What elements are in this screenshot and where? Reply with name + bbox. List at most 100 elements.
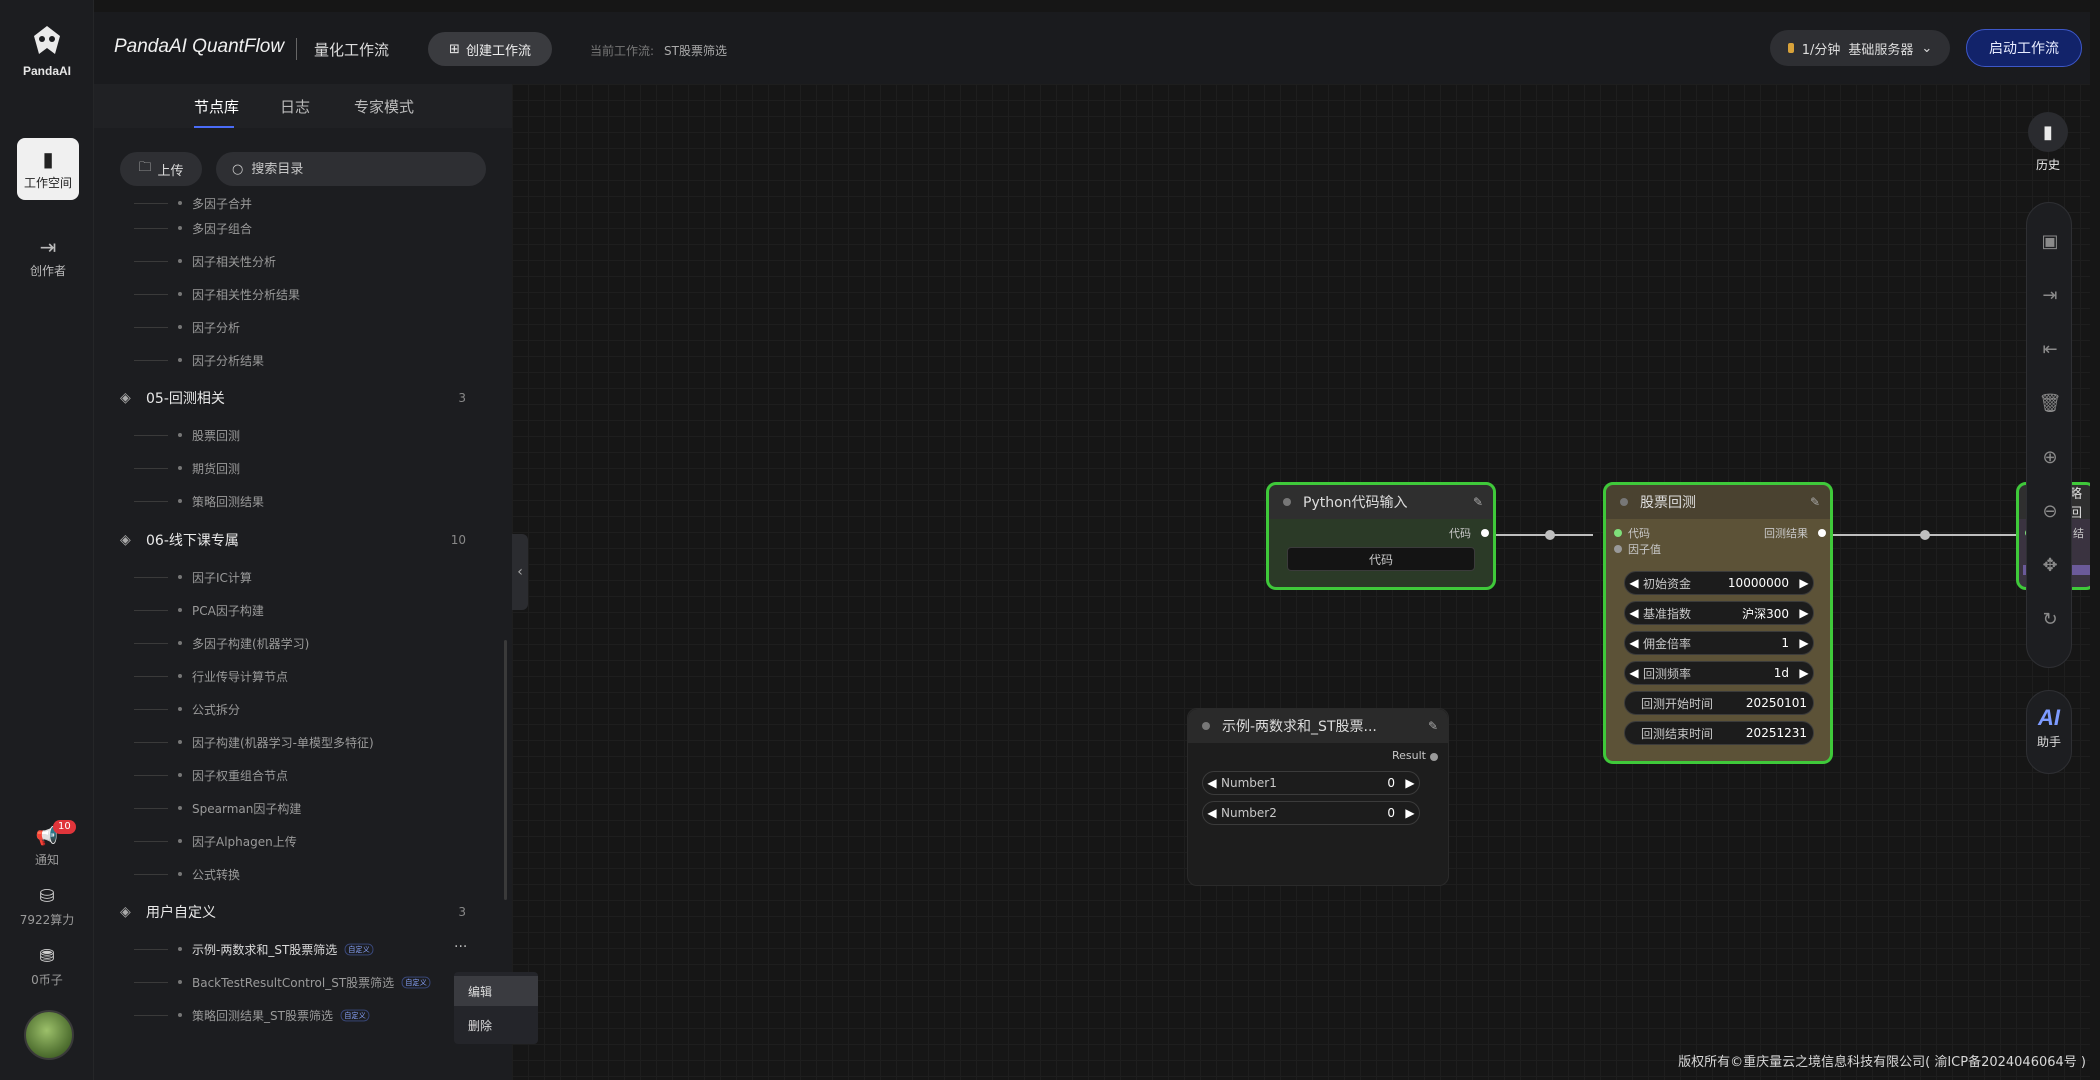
tab-expert-mode[interactable]: 专家模式 [354, 96, 414, 117]
workflow-canvas[interactable]: Python代码输入 ✎ 代码 代码 股票回测 ✎ 代码 因子值 回测结果 ◀ 初… [512, 84, 2090, 1080]
panel-scrollbar[interactable] [504, 640, 507, 900]
node-header[interactable]: 股票回测 ✎ [1606, 485, 1830, 519]
input-port-factor[interactable] [1614, 545, 1622, 553]
field-initial-capital[interactable]: ◀ 初始资金 10000000 ▶ [1624, 571, 1814, 595]
refresh-icon[interactable]: ↻ [2027, 609, 2073, 630]
list-item[interactable]: 期货回测 [134, 457, 240, 479]
tree-line [134, 708, 168, 710]
code-field[interactable]: 代码 [1287, 547, 1475, 571]
edit-icon[interactable]: ✎ [1428, 719, 1438, 733]
field-number1[interactable]: ◀ Number1 0 ▶ [1202, 771, 1420, 795]
zoom-in-icon[interactable]: ⊕ [2027, 447, 2073, 468]
list-item[interactable]: 行业传导计算节点 [134, 665, 288, 687]
list-item[interactable]: BackTestResultControl_ST股票筛选 自定义 [134, 971, 432, 993]
upload-button[interactable]: 🗀 上传 [120, 152, 202, 186]
tab-log[interactable]: 日志 [280, 96, 310, 117]
field-frequency[interactable]: ◀ 回测频率 1d ▶ [1624, 661, 1814, 685]
list-item[interactable]: 因子相关性分析结果 [134, 283, 300, 305]
node-tree: 多因子合并 多因子组合 因子相关性分析 因子相关性分析结果 因子分析 因子分析结… [94, 194, 504, 1080]
ai-assistant-button[interactable]: AI 助手 [2026, 690, 2072, 774]
tree-line [134, 500, 168, 502]
list-item[interactable]: 因子权重组合节点 [134, 764, 288, 786]
bullet-icon [178, 872, 182, 876]
list-item[interactable]: 多因子合并 [134, 194, 252, 214]
arrow-right-icon[interactable]: ▶ [1795, 576, 1813, 590]
save-icon[interactable]: ▣ [2027, 231, 2073, 252]
list-item[interactable]: 策略回测结果_ST股票筛选 自定义 [134, 1004, 371, 1026]
server-plan-select[interactable]: 1/分钟 基础服务器 ⌄ [1770, 30, 1950, 66]
export-icon[interactable]: ⇥ [2027, 285, 2073, 306]
arrow-left-icon[interactable]: ◀ [1203, 806, 1221, 820]
group-backtest[interactable]: ◈ 05-回测相关 3 [120, 386, 480, 410]
group-offline-course[interactable]: ◈ 06-线下课专属 10 [120, 528, 480, 552]
create-workflow-button[interactable]: ⊞ 创建工作流 [428, 32, 552, 66]
list-item[interactable]: 因子分析 [134, 316, 240, 338]
avatar[interactable] [24, 1010, 74, 1060]
list-item[interactable]: 因子构建(机器学习-单模型多特征) [134, 731, 374, 753]
arrow-right-icon[interactable]: ▶ [1401, 806, 1419, 820]
arrow-left-icon[interactable]: ◀ [1625, 576, 1643, 590]
field-start-date[interactable]: 回测开始时间 20250101 [1624, 691, 1814, 715]
list-item[interactable]: 因子Alphagen上传 [134, 830, 297, 852]
wire-midpoint[interactable] [1545, 530, 1555, 540]
node-header[interactable]: Python代码输入 ✎ [1269, 485, 1493, 519]
list-item[interactable]: 示例-两数求和_ST股票筛选 自定义 [134, 938, 375, 960]
list-item[interactable]: PCA因子构建 [134, 599, 264, 621]
node-python-input[interactable]: Python代码输入 ✎ 代码 代码 [1266, 482, 1496, 590]
arrow-right-icon[interactable]: ▶ [1795, 666, 1813, 680]
output-port[interactable] [1818, 529, 1826, 537]
input-port-code[interactable] [1614, 529, 1622, 537]
zoom-out-icon[interactable]: ⊖ [2027, 501, 2073, 522]
list-item[interactable]: 因子分析结果 [134, 349, 264, 371]
list-item[interactable]: 因子IC计算 [134, 566, 252, 588]
arrow-left-icon[interactable]: ◀ [1625, 606, 1643, 620]
factor-coin-button[interactable]: ⛃ 0币子 [0, 946, 94, 988]
tab-node-library[interactable]: 节点库 [194, 96, 239, 117]
field-commission[interactable]: ◀ 佣金倍率 1 ▶ [1624, 631, 1814, 655]
menu-item-delete[interactable]: 删除 [454, 1010, 538, 1040]
group-user-defined[interactable]: ◈ 用户自定义 3 [120, 900, 480, 924]
arrow-left-icon[interactable]: ◀ [1625, 666, 1643, 680]
group-title: 用户自定义 [146, 905, 216, 921]
node-header[interactable]: 示例-两数求和_ST股票... ✎ [1188, 709, 1448, 743]
import-icon[interactable]: ⇤ [2027, 339, 2073, 360]
edit-icon[interactable]: ✎ [1473, 495, 1483, 509]
output-port[interactable] [1430, 753, 1438, 761]
list-item-label: 多因子组合 [192, 221, 253, 236]
edit-icon[interactable]: ✎ [1810, 495, 1820, 509]
more-options-icon[interactable]: ··· [454, 939, 467, 955]
field-number2[interactable]: ◀ Number2 0 ▶ [1202, 801, 1420, 825]
menu-item-edit[interactable]: 编辑 [454, 976, 538, 1006]
field-benchmark[interactable]: ◀ 基准指数 沪深300 ▶ [1624, 601, 1814, 625]
list-item[interactable]: 因子相关性分析 [134, 250, 276, 272]
panel-collapse-button[interactable]: ‹ [512, 534, 528, 610]
workspace-button[interactable]: ▮ 工作空间 [17, 138, 79, 200]
list-item[interactable]: 多因子组合 [134, 217, 252, 239]
node-sum-example[interactable]: 示例-两数求和_ST股票... ✎ Result ◀ Number1 0 ▶ ◀ Num… [1187, 708, 1449, 886]
list-item[interactable]: 公式拆分 [134, 698, 240, 720]
arrow-left-icon[interactable]: ◀ [1203, 776, 1221, 790]
bullet-icon [178, 201, 182, 205]
arrow-right-icon[interactable]: ▶ [1795, 606, 1813, 620]
start-workflow-button[interactable]: 启动工作流 [1966, 29, 2082, 67]
trash-icon[interactable]: 🗑 [2027, 393, 2073, 414]
search-input[interactable] [251, 161, 452, 177]
list-item[interactable]: 股票回测 [134, 424, 240, 446]
list-item[interactable]: 策略回测结果 [134, 490, 264, 512]
node-stock-backtest[interactable]: 股票回测 ✎ 代码 因子值 回测结果 ◀ 初始资金 10000000 ▶ ◀ 基准指数沪… [1603, 482, 1833, 764]
arrow-right-icon[interactable]: ▶ [1795, 636, 1813, 650]
search-box[interactable]: ○ [216, 152, 486, 186]
arrow-left-icon[interactable]: ◀ [1625, 636, 1643, 650]
output-port[interactable] [1481, 529, 1489, 537]
list-item[interactable]: 多因子构建(机器学习) [134, 632, 309, 654]
creator-button[interactable]: ⇥ 创作者 [17, 226, 79, 288]
compute-button[interactable]: ⛁ 7922算力 [0, 886, 94, 928]
field-end-date[interactable]: 回测结束时间 20251231 [1624, 721, 1814, 745]
notify-button[interactable]: 📢 10 通知 [0, 820, 94, 868]
wire-midpoint[interactable] [1920, 530, 1930, 540]
history-button[interactable]: ▮ 历史 [2024, 112, 2072, 182]
list-item[interactable]: 公式转换 [134, 863, 240, 885]
move-icon[interactable]: ✥ [2027, 555, 2073, 576]
arrow-right-icon[interactable]: ▶ [1401, 776, 1419, 790]
list-item[interactable]: Spearman因子构建 [134, 797, 301, 819]
